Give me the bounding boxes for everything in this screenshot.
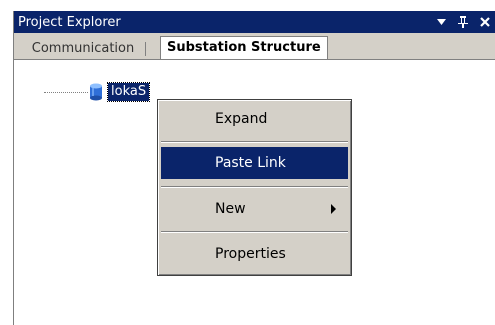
tree-connector-line: [44, 92, 88, 93]
tab-divider: [145, 42, 146, 56]
tab-strip: Communication Substation Structure: [14, 33, 495, 60]
menu-item-label: New: [215, 201, 246, 217]
menu-separator: [161, 231, 348, 233]
menu-item-label: Properties: [215, 246, 286, 262]
panel-titlebar: Project Explorer: [14, 11, 495, 33]
database-cylinder-icon: [89, 83, 103, 101]
menu-item-paste-link[interactable]: Paste Link: [161, 147, 348, 179]
close-icon[interactable]: [478, 15, 492, 29]
menu-item-properties[interactable]: Properties: [161, 238, 348, 270]
project-explorer-panel: Project Explorer Communication Substatio…: [13, 11, 495, 325]
panel-title: Project Explorer: [18, 14, 121, 30]
dropdown-icon[interactable]: [434, 15, 448, 29]
menu-item-expand[interactable]: Expand: [161, 103, 348, 135]
tree-node-label[interactable]: lokaS: [106, 82, 151, 102]
tab-communication[interactable]: Communication: [22, 39, 144, 58]
menu-separator: [161, 141, 348, 143]
menu-separator: [161, 186, 348, 188]
panel-controls: [434, 15, 495, 29]
context-menu: Expand Paste Link New Properties: [157, 99, 352, 276]
menu-item-new[interactable]: New: [161, 193, 348, 225]
submenu-arrow-icon: [331, 204, 336, 214]
pin-icon[interactable]: [456, 15, 470, 29]
tab-substation-structure[interactable]: Substation Structure: [160, 36, 328, 59]
menu-item-label: Expand: [215, 111, 268, 127]
menu-item-label: Paste Link: [215, 155, 286, 171]
